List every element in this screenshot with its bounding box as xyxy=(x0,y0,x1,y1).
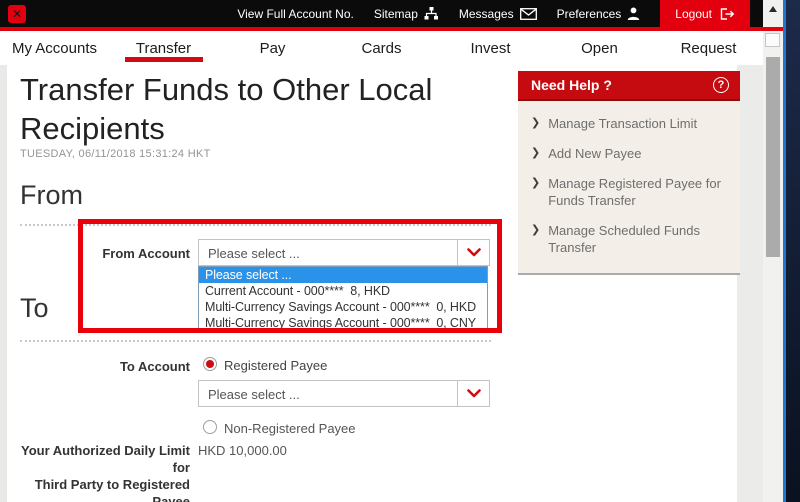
daily-limit-label: Your Authorized Daily Limit for Third Pa… xyxy=(20,442,190,502)
help-circle-icon[interactable]: ? xyxy=(713,77,729,93)
nav-open[interactable]: Open xyxy=(545,31,654,65)
from-select-chevron-cell[interactable] xyxy=(457,240,489,265)
nav-request[interactable]: Request xyxy=(654,31,763,65)
need-help-body: ❯ Manage Transaction Limit ❯ Add New Pay… xyxy=(518,101,740,275)
desktop-background xyxy=(786,0,800,502)
daily-limit-value: HKD 10,000.00 xyxy=(198,443,287,458)
from-account-select[interactable]: Please select ... xyxy=(198,239,490,266)
scrollbar-track-box xyxy=(765,33,780,47)
brand-red-rule xyxy=(0,27,783,31)
from-section-heading: From xyxy=(20,180,83,211)
logout-icon xyxy=(720,8,735,20)
need-help-title: Need Help ? xyxy=(531,77,612,93)
nav-cards[interactable]: Cards xyxy=(327,31,436,65)
chevron-right-icon: ❯ xyxy=(531,145,540,162)
page-timestamp: TUESDAY, 06/11/2018 15:31:24 HKT xyxy=(20,148,211,160)
browser-scrollbar[interactable] xyxy=(763,0,783,502)
help-link-manage-scheduled-funds[interactable]: ❯ Manage Scheduled Funds Transfer xyxy=(531,222,730,256)
envelope-icon xyxy=(520,8,537,20)
to-account-select[interactable]: Please select ... xyxy=(198,380,490,407)
from-account-select-value: Please select ... xyxy=(208,246,300,261)
need-help-header: Need Help ? ? xyxy=(518,71,740,101)
sitemap-icon xyxy=(424,7,439,20)
to-select-chevron-cell[interactable] xyxy=(457,381,489,406)
view-full-account-link[interactable]: View Full Account No. xyxy=(237,7,354,21)
scrollbar-up-arrow-icon[interactable] xyxy=(769,6,777,12)
chevron-right-icon: ❯ xyxy=(531,175,540,209)
preferences-label: Preferences xyxy=(557,7,622,21)
person-icon xyxy=(627,7,640,20)
nav-pay[interactable]: Pay xyxy=(218,31,327,65)
need-help-panel: Need Help ? ? ❯ Manage Transaction Limit… xyxy=(518,71,740,275)
to-account-select-value: Please select ... xyxy=(208,387,300,402)
preferences-link[interactable]: Preferences xyxy=(557,7,641,21)
to-divider xyxy=(20,340,491,342)
main-nav: My Accounts Transfer Pay Cards Invest Op… xyxy=(0,31,763,65)
topbar-links: View Full Account No. Sitemap Messages P… xyxy=(237,0,763,27)
nav-transfer[interactable]: Transfer xyxy=(109,31,218,65)
dropdown-option-mcsa-cny[interactable]: Multi-Currency Savings Account - 000****… xyxy=(199,315,487,331)
non-registered-payee-label[interactable]: Non-Registered Payee xyxy=(224,421,356,436)
messages-link[interactable]: Messages xyxy=(459,7,537,21)
daily-limit-label-line1: Your Authorized Daily Limit for xyxy=(20,442,190,476)
help-link-manage-transaction-limit[interactable]: ❯ Manage Transaction Limit xyxy=(531,115,730,132)
dropdown-option-current-account[interactable]: Current Account - 000**** 8, HKD xyxy=(199,283,487,299)
from-account-dropdown-list: Please select ... Current Account - 000*… xyxy=(198,266,488,332)
messages-label: Messages xyxy=(459,7,514,21)
logout-button[interactable]: Logout xyxy=(660,0,750,27)
page-right-margin xyxy=(737,65,763,502)
view-full-account-label: View Full Account No. xyxy=(237,7,354,21)
top-bar: ✕ View Full Account No. Sitemap Messages… xyxy=(0,0,763,27)
help-link-manage-registered-payee[interactable]: ❯ Manage Registered Payee for Funds Tran… xyxy=(531,175,730,209)
active-tab-indicator xyxy=(125,57,203,62)
to-account-label: To Account xyxy=(20,358,190,375)
logout-label: Logout xyxy=(675,7,712,21)
from-divider xyxy=(20,224,491,226)
chevron-down-icon xyxy=(467,389,481,398)
scrollbar-thumb[interactable] xyxy=(766,57,780,257)
nav-my-accounts[interactable]: My Accounts xyxy=(0,31,109,65)
dropdown-option-mcsa-hkd[interactable]: Multi-Currency Savings Account - 000****… xyxy=(199,299,487,315)
chevron-down-icon xyxy=(467,248,481,257)
registered-payee-radio[interactable] xyxy=(203,357,217,371)
bank-logo-icon[interactable]: ✕ xyxy=(8,5,26,23)
chevron-right-icon: ❯ xyxy=(531,222,540,256)
sitemap-label: Sitemap xyxy=(374,7,418,21)
sitemap-link[interactable]: Sitemap xyxy=(374,7,439,21)
daily-limit-label-line2: Third Party to Registered Payee xyxy=(20,476,190,502)
page-left-margin xyxy=(0,65,7,502)
non-registered-payee-radio[interactable] xyxy=(203,420,217,434)
nav-invest[interactable]: Invest xyxy=(436,31,545,65)
to-section-heading: To xyxy=(20,293,49,324)
registered-payee-label[interactable]: Registered Payee xyxy=(224,358,327,373)
help-link-add-new-payee[interactable]: ❯ Add New Payee xyxy=(531,145,730,162)
chevron-right-icon: ❯ xyxy=(531,115,540,132)
page-title: Transfer Funds to Other Local Recipients xyxy=(20,70,500,148)
from-account-label: From Account xyxy=(20,245,190,262)
dropdown-option-please-select[interactable]: Please select ... xyxy=(199,267,487,283)
